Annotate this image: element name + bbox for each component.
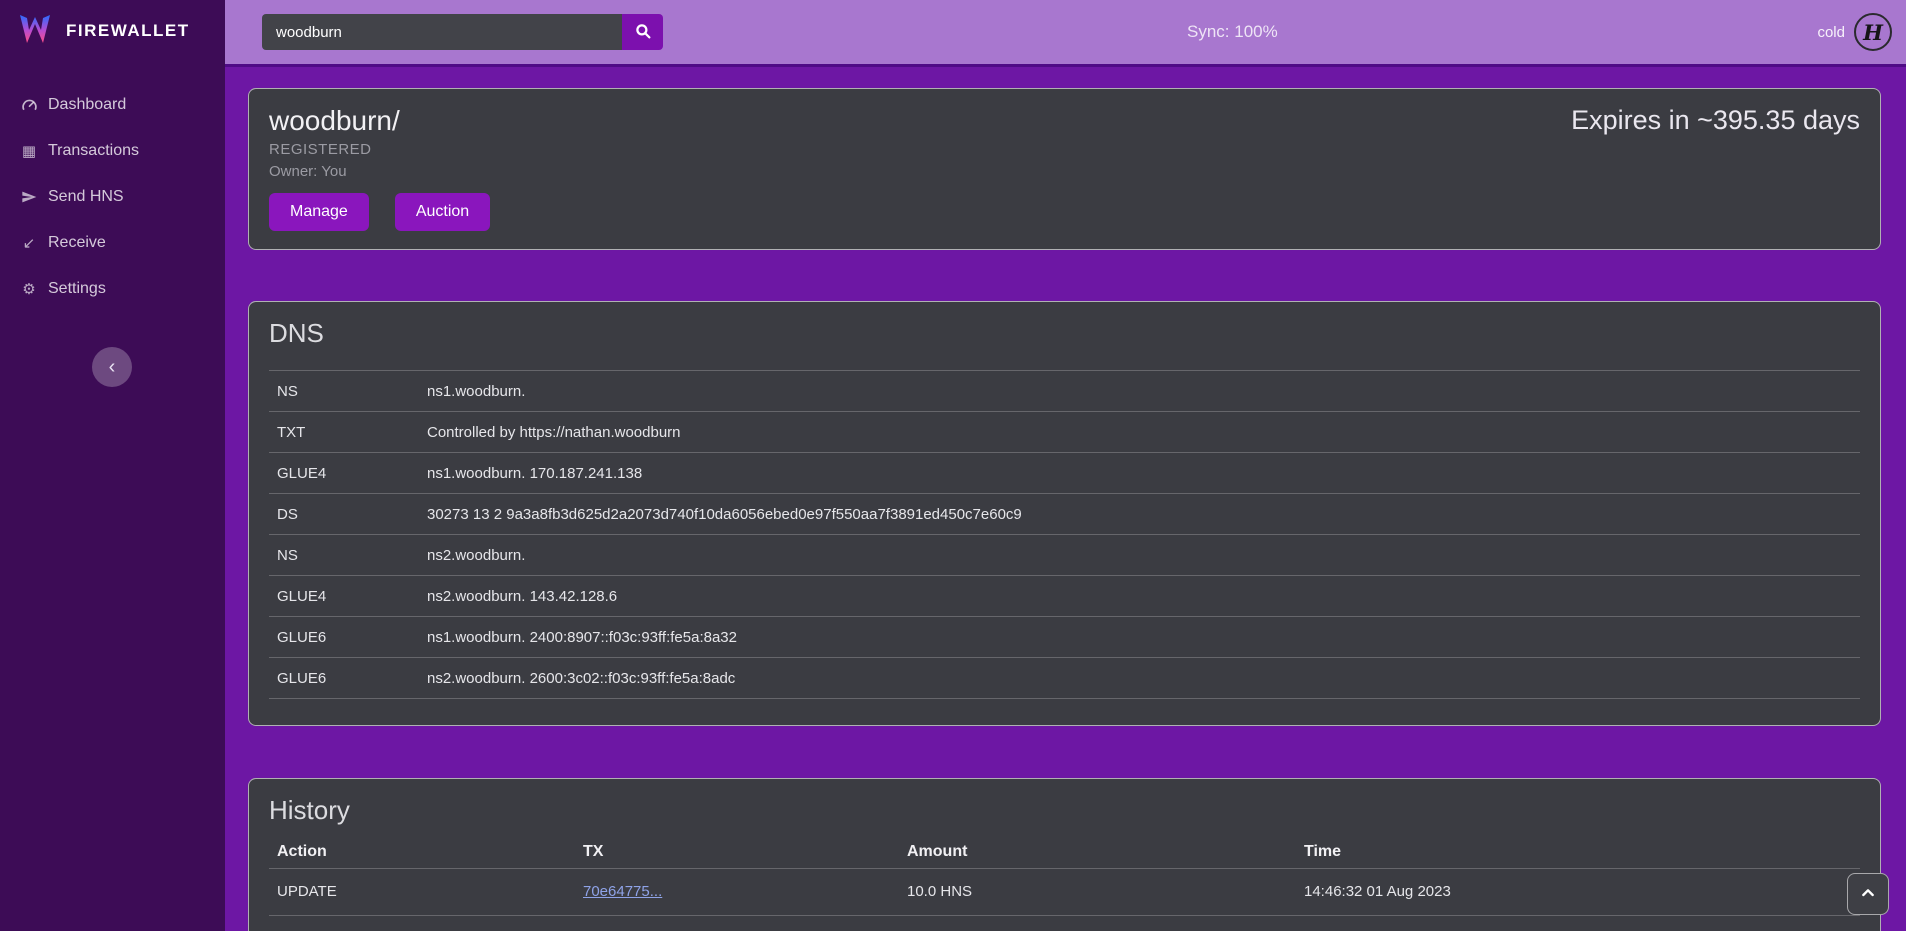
scroll-to-top-button[interactable]: [1847, 873, 1889, 915]
search-input[interactable]: [262, 14, 622, 50]
domain-card-header: woodburn/ Expires in ~395.35 days: [269, 105, 1860, 137]
dns-record-row: NS ns1.woodburn.: [269, 371, 1860, 412]
history-row: UPDATE 70e64775... 10.0 HNS 14:46:32 01 …: [269, 868, 1860, 915]
history-time: 15:45:36 07 Feb 2023: [1296, 915, 1860, 931]
sidebar-item-transactions[interactable]: ▦ Transactions: [0, 128, 225, 174]
col-amount: Amount: [899, 836, 1296, 868]
dns-card: DNS NS ns1.woodburn. TXT Controlled by h…: [248, 301, 1881, 726]
send-icon: [19, 189, 39, 205]
firewallet-logo-icon: [14, 8, 56, 55]
dns-record-type: TXT: [269, 412, 419, 453]
dns-record-type: NS: [269, 535, 419, 576]
history-row: RENEW 472e3e2... 10.0 HNS 15:45:36 07 Fe…: [269, 915, 1860, 931]
dns-record-row: GLUE6 ns2.woodburn. 2600:3c02::f03c:93ff…: [269, 658, 1860, 699]
domain-actions: Manage Auction: [269, 193, 1860, 231]
sidebar-item-label: Send HNS: [48, 188, 124, 206]
history-time: 14:46:32 01 Aug 2023: [1296, 868, 1860, 915]
sidebar-item-label: Receive: [48, 234, 106, 252]
sidebar-item-label: Transactions: [48, 142, 139, 160]
dns-record-type: DS: [269, 494, 419, 535]
dns-table: NS ns1.woodburn. TXT Controlled by https…: [269, 370, 1860, 699]
dns-record-value: ns1.woodburn.: [419, 371, 1860, 412]
dns-record-type: NS: [269, 371, 419, 412]
sidebar-item-label: Settings: [48, 280, 106, 298]
dns-record-value: Controlled by https://nathan.woodburn: [419, 412, 1860, 453]
chevron-left-icon: ‹: [109, 357, 116, 377]
search-group: [262, 14, 663, 50]
sidebar-collapse-button[interactable]: ‹: [92, 347, 132, 387]
sync-status: Sync: 100%: [1187, 0, 1278, 64]
gear-icon: ⚙: [19, 280, 39, 298]
dns-record-type: GLUE6: [269, 658, 419, 699]
dns-record-row: NS ns2.woodburn.: [269, 535, 1860, 576]
sidebar-item-label: Dashboard: [48, 96, 126, 114]
topbar: Sync: 100% cold H: [225, 0, 1906, 67]
table-icon: ▦: [19, 142, 39, 160]
tx-link[interactable]: 70e64775...: [583, 883, 662, 900]
search-icon: [634, 22, 652, 43]
dns-record-row: TXT Controlled by https://nathan.woodbur…: [269, 412, 1860, 453]
sidebar-item-settings[interactable]: ⚙ Settings: [0, 266, 225, 312]
manage-button[interactable]: Manage: [269, 193, 369, 231]
history-action: UPDATE: [269, 868, 575, 915]
search-button[interactable]: [622, 14, 663, 50]
sidebar-nav: Dashboard ▦ Transactions Send HNS ↙ Rece…: [0, 82, 225, 312]
dns-record-row: GLUE4 ns1.woodburn. 170.187.241.138: [269, 453, 1860, 494]
dns-record-value: ns2.woodburn.: [419, 535, 1860, 576]
dns-record-row: DS 30273 13 2 9a3a8fb3d625d2a2073d740f10…: [269, 494, 1860, 535]
wallet-indicator: cold H: [1817, 0, 1892, 64]
history-title: History: [269, 795, 1860, 826]
dns-record-value: ns1.woodburn. 170.187.241.138: [419, 453, 1860, 494]
history-card: History Action TX Amount Time UPDATE 70e…: [248, 778, 1881, 931]
dns-record-value: 30273 13 2 9a3a8fb3d625d2a2073d740f10da6…: [419, 494, 1860, 535]
domain-status: REGISTERED: [269, 141, 1860, 158]
gauge-icon: [19, 97, 39, 114]
dns-record-row: GLUE6 ns1.woodburn. 2400:8907::f03c:93ff…: [269, 617, 1860, 658]
dns-record-value: ns1.woodburn. 2400:8907::f03c:93ff:fe5a:…: [419, 617, 1860, 658]
main-content: woodburn/ Expires in ~395.35 days REGIST…: [225, 67, 1906, 931]
chevron-up-icon: [1860, 885, 1876, 904]
col-time: Time: [1296, 836, 1860, 868]
receive-arrow-icon: ↙: [19, 234, 39, 252]
app-title: FIREWALLET: [66, 21, 190, 41]
dns-title: DNS: [269, 318, 1860, 349]
history-table: Action TX Amount Time UPDATE 70e64775...…: [269, 836, 1860, 931]
dns-record-value: ns2.woodburn. 2600:3c02::f03c:93ff:fe5a:…: [419, 658, 1860, 699]
wallet-mode-label: cold: [1817, 24, 1845, 41]
history-amount: 10.0 HNS: [899, 868, 1296, 915]
col-tx: TX: [575, 836, 899, 868]
expiry-text: Expires in ~395.35 days: [1571, 105, 1860, 136]
dns-record-type: GLUE4: [269, 576, 419, 617]
sidebar: FIREWALLET Dashboard ▦ Transactions Send…: [0, 0, 225, 931]
auction-button[interactable]: Auction: [395, 193, 490, 231]
domain-name: woodburn/: [269, 105, 400, 137]
sidebar-item-dashboard[interactable]: Dashboard: [0, 82, 225, 128]
domain-card: woodburn/ Expires in ~395.35 days REGIST…: [248, 88, 1881, 250]
handshake-logo-icon: H: [1854, 13, 1892, 51]
history-amount: 10.0 HNS: [899, 915, 1296, 931]
dns-record-row: GLUE4 ns2.woodburn. 143.42.128.6: [269, 576, 1860, 617]
domain-owner: Owner: You: [269, 163, 1860, 180]
history-action: RENEW: [269, 915, 575, 931]
dns-record-type: GLUE4: [269, 453, 419, 494]
col-action: Action: [269, 836, 575, 868]
sidebar-item-receive[interactable]: ↙ Receive: [0, 220, 225, 266]
brand[interactable]: FIREWALLET: [0, 0, 225, 62]
dns-record-type: GLUE6: [269, 617, 419, 658]
history-header-row: Action TX Amount Time: [269, 836, 1860, 868]
dns-record-value: ns2.woodburn. 143.42.128.6: [419, 576, 1860, 617]
sidebar-item-send-hns[interactable]: Send HNS: [0, 174, 225, 220]
